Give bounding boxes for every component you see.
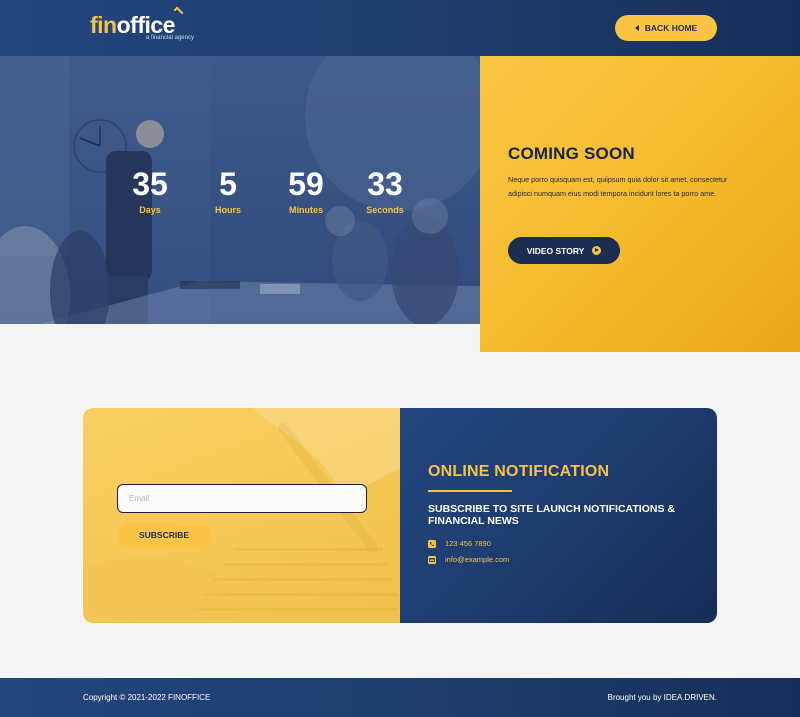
countdown-days-value: 35 — [132, 166, 168, 202]
contact-email-text: info@example.com — [445, 555, 510, 564]
coming-soon-panel: COMING SOON Neque porro quisquam est, qu… — [480, 56, 800, 352]
countdown-seconds-value: 33 — [367, 166, 403, 202]
site-header: finoffice a financial agency BACK HOME — [0, 0, 800, 56]
logo[interactable]: finoffice a financial agency — [90, 6, 200, 46]
contact-phone-text: 123 456 7890 — [445, 539, 491, 548]
countdown-hours-label: Hours — [214, 205, 241, 215]
finance-background-image — [83, 408, 400, 618]
countdown-hours-value: 5 — [219, 166, 237, 202]
notification-title: ONLINE NOTIFICATION — [428, 463, 610, 480]
countdown-days-label: Days — [139, 205, 161, 215]
countdown-seconds-label: Seconds — [366, 205, 404, 215]
logo-tagline: a financial agency — [145, 35, 194, 41]
video-story-label: VIDEO STORY — [526, 245, 585, 256]
subscribe-button[interactable]: SUBSCRIBE — [117, 522, 211, 548]
notification-subtitle: SUBSCRIBE TO SITE LAUNCH NOTIFICATIONS &… — [428, 503, 675, 527]
countdown-hours: 5 Hours — [193, 166, 263, 215]
email-input[interactable] — [117, 484, 367, 513]
copyright-text: Copyright © 2021-2022 FINOFFICE — [83, 693, 211, 702]
countdown-minutes: 59 Minutes — [271, 166, 341, 215]
coming-soon-title: COMING SOON — [508, 144, 635, 163]
title-underline — [428, 490, 512, 492]
logo-fin: fin — [90, 12, 117, 38]
back-home-button[interactable]: BACK HOME — [615, 15, 717, 41]
countdown-days: 35 Days — [115, 166, 185, 215]
countdown-seconds: 33 Seconds — [350, 166, 420, 215]
site-footer: Copyright © 2021-2022 FINOFFICE Brought … — [0, 678, 800, 717]
caret-left-icon — [634, 25, 639, 31]
coming-soon-text: Neque porro quisquam est, quiipsum quia … — [508, 175, 728, 198]
countdown-minutes-label: Minutes — [288, 205, 323, 215]
hero-countdown: 35 Days 5 Hours 59 Minutes 33 Seconds — [0, 56, 480, 324]
notification-info-panel: ONLINE NOTIFICATION SUBSCRIBE TO SITE LA… — [400, 408, 717, 623]
envelope-icon — [428, 555, 436, 564]
video-story-button[interactable]: VIDEO STORY — [508, 237, 620, 264]
contact-email[interactable]: info@example.com — [428, 555, 509, 564]
play-circle-icon — [592, 246, 602, 255]
phone-icon — [428, 539, 436, 548]
logo-accent-icon — [173, 6, 184, 17]
back-home-label: BACK HOME — [644, 23, 698, 33]
credit-text: Brought you by IDEA.DRIVEN. — [607, 693, 717, 702]
countdown-minutes-value: 59 — [288, 166, 324, 202]
notification-card: SUBSCRIBE ONLINE NOTIFICATION SUBSCRIBE … — [83, 408, 717, 623]
subscribe-panel: SUBSCRIBE — [83, 408, 400, 623]
contact-phone[interactable]: 123 456 7890 — [428, 539, 491, 548]
